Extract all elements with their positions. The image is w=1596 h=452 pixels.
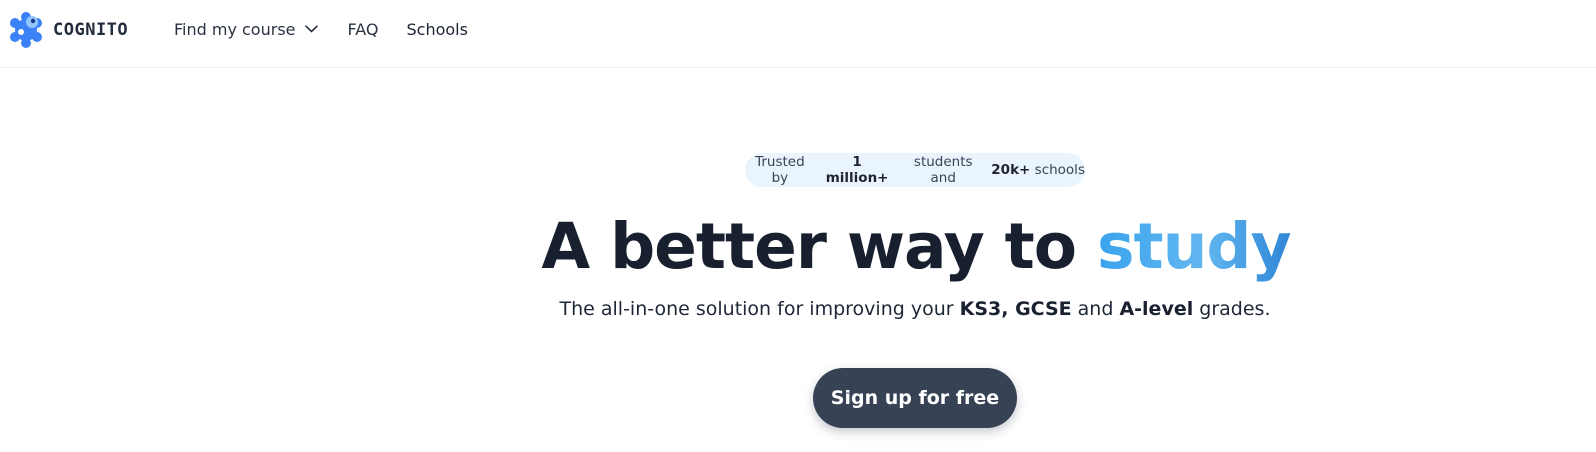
subline-suffix: grades. [1193, 298, 1271, 320]
subline-prefix: The all-in-one solution for improving yo… [559, 298, 960, 320]
cognito-logo-icon [8, 12, 44, 48]
trust-middle: students and [913, 154, 973, 186]
nav-find-my-course-dropdown[interactable]: Find my course [174, 18, 318, 40]
students-count: 1 million+ [825, 154, 889, 186]
sign-up-button[interactable]: Sign up for free [813, 368, 1017, 428]
trust-prefix: Trusted by [755, 154, 805, 186]
hero-subheading: The all-in-one solution for improving yo… [0, 298, 1596, 320]
nav-find-my-course-label: Find my course [174, 19, 296, 39]
main-nav: Find my course FAQ Schools [174, 18, 468, 40]
nav-schools-link[interactable]: Schools [407, 18, 468, 40]
headline-main: A better way to [541, 210, 1097, 283]
chevron-down-icon [304, 25, 318, 33]
subline-levels-b: A-level [1119, 298, 1194, 320]
top-navigation-bar: COGNITO Find my course FAQ Schools [0, 0, 1596, 68]
hero-headline: A better way to study [0, 204, 1596, 290]
schools-count: 20k+ [991, 162, 1031, 178]
trust-badge: Trusted by 1 million+ students and 20k+ … [745, 153, 1085, 187]
brand-name: COGNITO [53, 20, 129, 40]
headline-accent-word: study [1096, 210, 1292, 283]
subline-middle: and [1071, 298, 1120, 320]
nav-faq-link[interactable]: FAQ [348, 18, 379, 40]
brand-logo-link[interactable]: COGNITO [8, 12, 128, 48]
subline-levels-a: KS3, GCSE [959, 298, 1072, 320]
trust-suffix: schools [1034, 162, 1085, 178]
hero-section: Trusted by 1 million+ students and 20k+ … [0, 68, 1596, 452]
